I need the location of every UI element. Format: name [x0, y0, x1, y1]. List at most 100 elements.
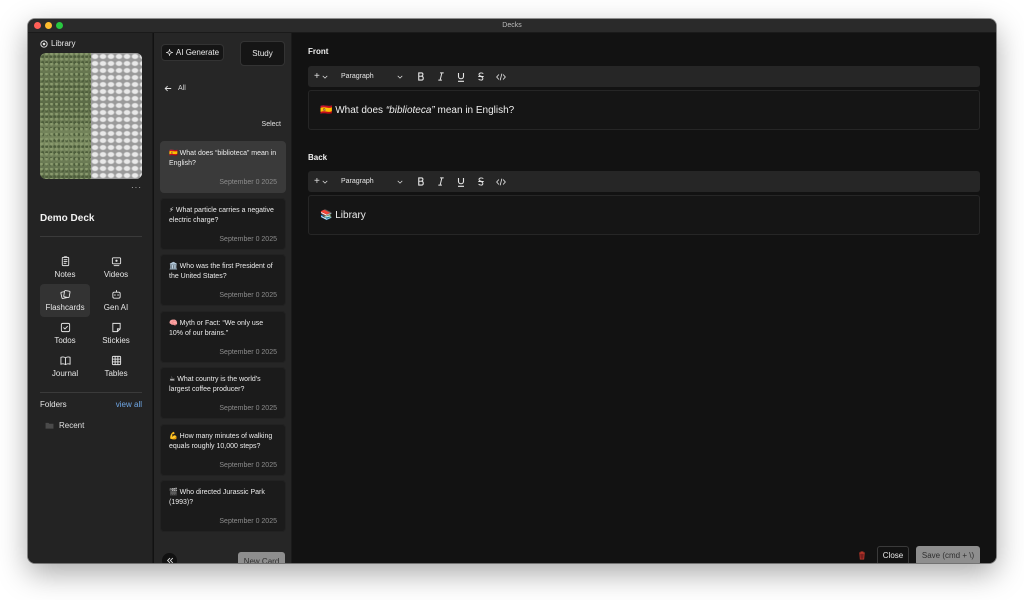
card-question: ☕ What country is the world's largest co… — [169, 375, 277, 395]
card-item[interactable]: 🧠 Myth or Fact: “We only use 10% of our … — [160, 310, 286, 363]
code-icon — [496, 73, 506, 80]
close-window-button[interactable] — [34, 22, 41, 29]
block-type-value: Paragraph — [341, 178, 374, 185]
nav-tables[interactable]: Tables — [91, 350, 141, 383]
front-toolbar: + Paragraph — [308, 66, 980, 87]
code-button[interactable] — [491, 72, 511, 82]
card-date: September 0 2025 — [219, 405, 277, 412]
close-button[interactable]: Close — [877, 546, 909, 563]
delete-card-button[interactable] — [858, 551, 866, 562]
card-list: 🇪🇸 What does “biblioteca” mean in Englis… — [160, 141, 286, 537]
nav-notes[interactable]: Notes — [40, 251, 90, 284]
card-question: 🎬 Who directed Jurassic Park (1993)? — [169, 488, 277, 508]
card-item[interactable]: 🏛️ Who was the first President of the Un… — [160, 254, 286, 306]
front-text-italic: “biblioteca” — [385, 104, 435, 116]
nav-journal[interactable]: Journal — [40, 350, 90, 383]
italic-button[interactable] — [431, 177, 451, 187]
select-button[interactable]: Select — [262, 121, 281, 128]
stickies-icon — [111, 322, 121, 333]
underline-button[interactable] — [451, 177, 471, 187]
card-question: 💪 How many minutes of walking equals rou… — [169, 432, 277, 452]
save-button[interactable]: Save (cmd + \) — [916, 546, 980, 563]
back-to-all-button[interactable]: All — [164, 85, 186, 92]
insert-button[interactable]: + — [314, 71, 338, 82]
deck-cover-image[interactable] — [40, 53, 142, 179]
insert-button[interactable]: + — [314, 176, 338, 187]
gen-ai-icon — [111, 290, 121, 299]
card-question: ⚡ What particle carries a negative elect… — [169, 206, 277, 226]
code-button[interactable] — [491, 177, 511, 187]
italic-button[interactable] — [431, 72, 451, 82]
block-type-select[interactable]: Paragraph — [341, 73, 403, 80]
nav-stickies[interactable]: Stickies — [91, 317, 141, 350]
nav-tables-label: Tables — [104, 369, 128, 378]
strikethrough-button[interactable] — [471, 72, 491, 82]
strikethrough-icon — [478, 177, 484, 186]
card-question-text: What does “biblioteca” mean in English? — [169, 150, 277, 167]
italic-icon — [438, 177, 444, 186]
card-date: September 0 2025 — [219, 348, 277, 356]
folder-recent[interactable]: Recent — [45, 421, 84, 430]
nav-journal-label: Journal — [51, 369, 79, 378]
nav-stickies-label: Stickies — [102, 336, 130, 345]
deck-title: Demo Deck — [40, 213, 95, 224]
nav-notes-label: Notes — [54, 270, 76, 279]
title-bar: Decks — [28, 19, 996, 33]
sparkle-icon — [165, 49, 173, 56]
front-content-editor[interactable]: 🇪🇸 What does “biblioteca” mean in Englis… — [308, 90, 980, 130]
front-text-pre: What does — [335, 104, 384, 116]
tables-icon — [111, 355, 121, 366]
nav-videos[interactable]: Videos — [91, 251, 141, 284]
chevron-down-icon — [397, 75, 403, 79]
card-question: 🇪🇸 What does “biblioteca” mean in Englis… — [169, 149, 277, 169]
arrow-left-icon — [164, 85, 172, 92]
block-type-value: Paragraph — [341, 73, 374, 80]
more-options-button[interactable]: ··· — [131, 183, 142, 192]
underline-button[interactable] — [451, 72, 471, 82]
new-card-button[interactable]: New Card — [238, 552, 285, 563]
card-date: September 0 2025 — [219, 292, 277, 299]
card-question-text: Who directed Jurassic Park (1993)? — [169, 489, 265, 506]
block-type-select[interactable]: Paragraph — [341, 178, 403, 185]
back-label: Back — [308, 153, 328, 162]
divider — [40, 236, 142, 237]
card-item[interactable]: 💪 How many minutes of walking equals rou… — [160, 423, 286, 476]
front-text-post: mean in English? — [434, 104, 515, 116]
back-content-editor[interactable]: 📚 Library — [308, 195, 980, 235]
bold-button[interactable] — [411, 177, 431, 187]
library-link[interactable]: Library — [40, 39, 75, 48]
card-item[interactable]: 🇪🇸 What does “biblioteca” mean in Englis… — [160, 141, 286, 193]
view-all-link[interactable]: view all — [116, 400, 142, 409]
zoom-window-button[interactable] — [56, 22, 63, 29]
collapse-sidebar-button[interactable] — [162, 553, 177, 563]
library-icon — [40, 39, 48, 48]
cover-stones-half — [91, 53, 142, 179]
bold-icon — [418, 177, 424, 186]
back-label: All — [178, 85, 186, 92]
study-button[interactable]: Study — [240, 41, 285, 66]
window-title: Decks — [502, 22, 522, 29]
strikethrough-button[interactable] — [471, 177, 491, 187]
nav-todos[interactable]: Todos — [40, 317, 90, 350]
trash-icon — [859, 551, 865, 560]
nav-gen-ai-label: Gen AI — [103, 303, 129, 312]
italic-icon — [438, 72, 444, 81]
nav-flashcards[interactable]: Flashcards — [40, 284, 90, 317]
double-chevron-left-icon — [166, 557, 173, 563]
nav-flashcards-label: Flashcards — [45, 303, 85, 312]
card-question-text: What country is the world's largest coff… — [169, 376, 261, 393]
card-emoji: 💪 — [169, 432, 178, 440]
nav-gen-ai[interactable]: Gen AI — [91, 284, 141, 317]
card-emoji: 🧠 — [169, 319, 178, 327]
minimize-window-button[interactable] — [45, 22, 52, 29]
app-window: Decks Library ··· Demo Deck Notes Videos — [28, 19, 996, 563]
flashcards-icon — [59, 290, 70, 299]
card-item[interactable]: ⚡ What particle carries a negative elect… — [160, 197, 286, 250]
format-buttons — [411, 177, 511, 187]
card-emoji: ☕ — [169, 376, 176, 383]
ai-generate-button[interactable]: AI Generate — [161, 44, 224, 61]
card-item[interactable]: 🎬 Who directed Jurassic Park (1993)? Sep… — [160, 480, 286, 532]
code-icon — [496, 178, 506, 185]
card-item[interactable]: ☕ What country is the world's largest co… — [160, 367, 286, 419]
bold-button[interactable] — [411, 72, 431, 82]
